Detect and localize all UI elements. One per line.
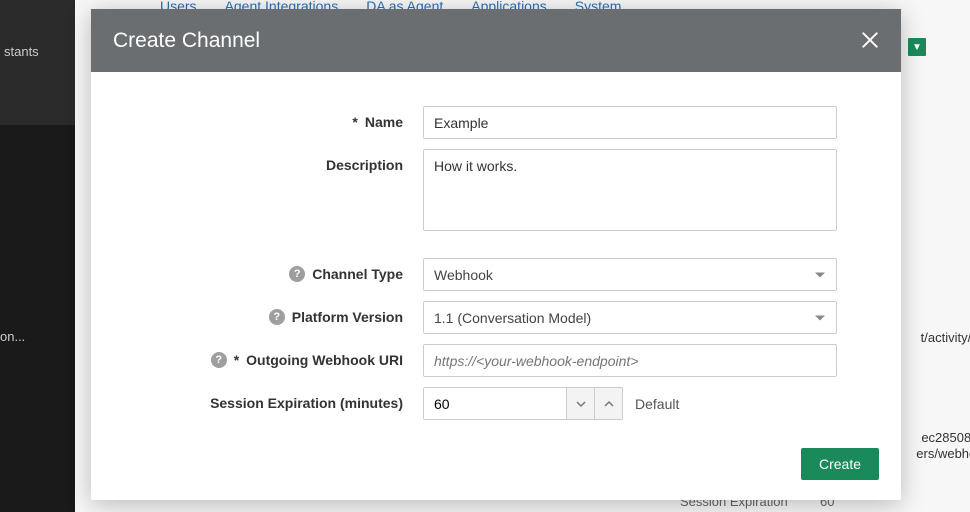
- label-session-expiration: Session Expiration (minutes): [123, 387, 423, 411]
- stepper-up-button[interactable]: [594, 388, 622, 419]
- caret-down-icon: [815, 315, 825, 320]
- label-description: Description: [123, 149, 423, 173]
- label-channel-type-text: Channel Type: [312, 266, 403, 282]
- close-icon: [859, 29, 881, 51]
- required-asterisk: *: [234, 352, 239, 368]
- close-button[interactable]: [859, 29, 881, 51]
- row-channel-type: ? Channel Type Webhook: [123, 258, 869, 291]
- modal-header: Create Channel: [91, 9, 901, 72]
- description-textarea[interactable]: [423, 149, 837, 231]
- help-icon[interactable]: ?: [269, 309, 285, 325]
- chevron-up-icon: [604, 399, 614, 409]
- create-button[interactable]: Create: [801, 448, 879, 480]
- session-expiration-stepper: [423, 387, 623, 420]
- label-session-expiration-text: Session Expiration (minutes): [210, 395, 403, 411]
- row-outgoing-uri: ? * Outgoing Webhook URI: [123, 344, 869, 377]
- row-name: * Name: [123, 106, 869, 139]
- bg-url-fragment-2: ec285086-d: [921, 430, 970, 445]
- session-default-label: Default: [635, 396, 679, 412]
- outgoing-uri-input[interactable]: [423, 344, 837, 377]
- name-input[interactable]: [423, 106, 837, 139]
- required-asterisk: *: [352, 114, 357, 130]
- label-channel-type: ? Channel Type: [123, 258, 423, 282]
- modal-footer: Create: [801, 448, 879, 480]
- help-icon[interactable]: ?: [289, 266, 305, 282]
- row-session-expiration: Session Expiration (minutes) Default: [123, 387, 869, 420]
- label-description-text: Description: [326, 157, 403, 173]
- label-outgoing-uri: ? * Outgoing Webhook URI: [123, 344, 423, 368]
- label-platform-version: ? Platform Version: [123, 301, 423, 325]
- chevron-down-icon: [576, 399, 586, 409]
- bg-url-fragment-3: ers/webhook: [916, 446, 970, 461]
- platform-version-select[interactable]: 1.1 (Conversation Model): [423, 301, 837, 334]
- row-description: Description: [123, 149, 869, 234]
- help-icon[interactable]: ?: [211, 352, 227, 368]
- platform-version-value: 1.1 (Conversation Model): [434, 310, 591, 326]
- caret-down-icon: ▼: [912, 42, 922, 53]
- label-outgoing-uri-text: Outgoing Webhook URI: [246, 352, 403, 368]
- label-name-text: Name: [365, 114, 403, 130]
- sidebar-item-truncated[interactable]: on...: [0, 325, 75, 353]
- dropdown-button[interactable]: ▼: [908, 38, 926, 56]
- modal-title: Create Channel: [113, 29, 260, 53]
- label-name: * Name: [123, 106, 423, 130]
- modal-body: * Name Description ? Channel Type Webho: [91, 72, 901, 420]
- stepper-down-button[interactable]: [566, 388, 594, 419]
- session-expiration-input[interactable]: [424, 388, 566, 419]
- bg-url-fragment-1: t/activity/ora: [921, 330, 970, 345]
- row-platform-version: ? Platform Version 1.1 (Conversation Mod…: [123, 301, 869, 334]
- create-channel-modal: Create Channel * Name Description ?: [91, 9, 901, 500]
- sidebar-item-assistants[interactable]: stants: [0, 40, 75, 68]
- caret-down-icon: [815, 272, 825, 277]
- channel-type-value: Webhook: [434, 267, 493, 283]
- label-platform-version-text: Platform Version: [292, 309, 403, 325]
- channel-type-select[interactable]: Webhook: [423, 258, 837, 291]
